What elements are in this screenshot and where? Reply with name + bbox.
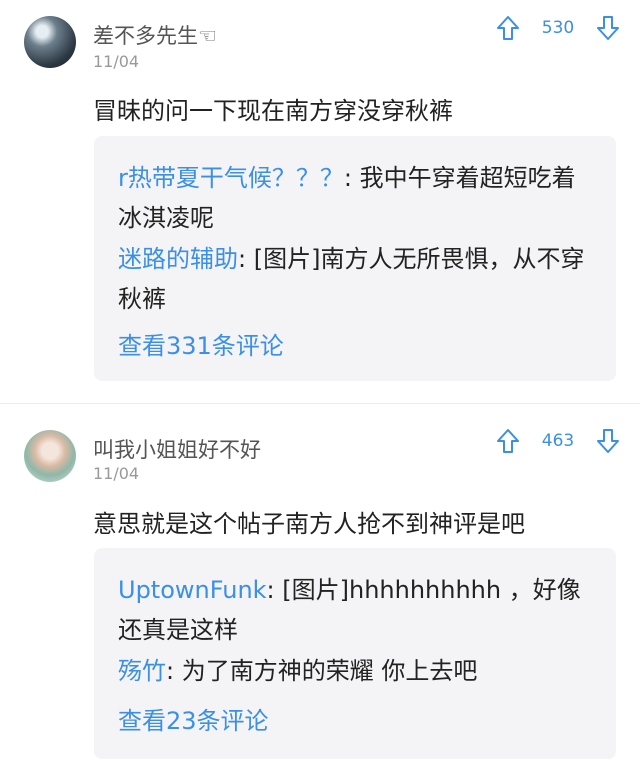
- reply-author[interactable]: r热带夏干气候？？？: [118, 164, 344, 192]
- upvote-count: 463: [541, 431, 575, 451]
- avatar[interactable]: [24, 430, 76, 482]
- reply-text: : 为了南方神的荣耀 你上去吧: [166, 657, 478, 685]
- reply-author[interactable]: 殇竹: [118, 657, 166, 685]
- comment-card: 差不多先生☜ 11/04 530 冒昧的问一下现在南方穿没穿秋裤 r热带夏干气候…: [0, 0, 640, 404]
- upvote-arrow-icon[interactable]: [494, 14, 522, 42]
- vote-bar: 530: [494, 14, 622, 42]
- downvote-arrow-icon[interactable]: [594, 14, 622, 42]
- comment-text: 冒昧的问一下现在南方穿没穿秋裤: [93, 97, 453, 125]
- reply-item: 殇竹: 为了南方神的荣耀 你上去吧: [118, 651, 596, 691]
- avatar[interactable]: [24, 16, 76, 68]
- downvote-arrow-icon[interactable]: [594, 427, 622, 455]
- replies-box: r热带夏干气候？？？: 我中午穿着超短吃着冰淇凌呢 迷路的辅助: [图片]南方人…: [94, 136, 616, 381]
- upvote-arrow-icon[interactable]: [494, 427, 522, 455]
- view-more-comments-link[interactable]: 查看331条评论: [118, 326, 284, 361]
- comment-text: 意思就是这个帖子南方人抢不到神评是吧: [93, 510, 525, 538]
- reply-author[interactable]: UptownFunk: [118, 576, 267, 604]
- username[interactable]: 差不多先生☜: [93, 20, 217, 50]
- vote-bar: 463: [494, 427, 622, 455]
- reply-author[interactable]: 迷路的辅助: [118, 245, 238, 273]
- upvote-count: 530: [541, 18, 575, 38]
- reply-item: r热带夏干气候？？？: 我中午穿着超短吃着冰淇凌呢: [118, 158, 596, 238]
- username[interactable]: 叫我小姐姐好不好: [93, 434, 261, 464]
- post-date: 11/04: [93, 464, 140, 483]
- reply-item: 迷路的辅助: [图片]南方人无所畏惧，从不穿秋裤: [118, 239, 596, 319]
- post-date: 11/04: [93, 52, 140, 71]
- comment-card: 叫我小姐姐好不好 11/04 463 意思就是这个帖子南方人抢不到神评是吧 Up…: [0, 404, 640, 778]
- view-more-comments-link[interactable]: 查看23条评论: [118, 701, 269, 736]
- reply-item: UptownFunk: [图片]hhhhhhhhhh ，好像还真是这样: [118, 570, 596, 650]
- replies-box: UptownFunk: [图片]hhhhhhhhhh ，好像还真是这样 殇竹: …: [94, 548, 616, 759]
